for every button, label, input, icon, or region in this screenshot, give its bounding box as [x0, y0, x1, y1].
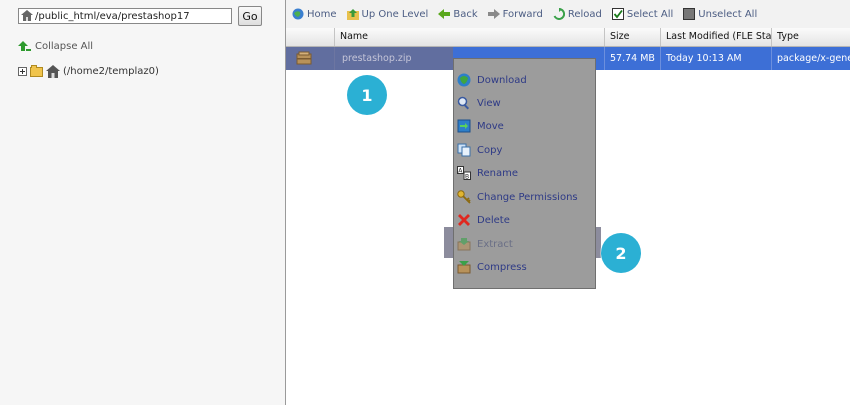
menu-item-label: Extract — [477, 238, 513, 250]
move-icon — [457, 119, 471, 133]
header-icon-col — [286, 28, 334, 46]
menu-item-label: Compress — [477, 261, 527, 273]
checkbox-checked-icon — [611, 8, 624, 20]
up-one-level-label: Up One Level — [361, 8, 429, 20]
reload-label: Reload — [567, 8, 602, 20]
forward-label: Forward — [502, 8, 543, 20]
select-all-label: Select All — [626, 8, 674, 20]
step-badge-2: 2 — [601, 233, 641, 273]
file-name[interactable]: prestashop.zip — [342, 47, 412, 70]
extract-icon — [457, 238, 471, 251]
menu-item-compress[interactable]: Compress — [456, 257, 593, 277]
svg-text:B: B — [465, 174, 469, 181]
tree-root-label: (/home2/templaz0) — [63, 66, 159, 77]
home-icon — [21, 10, 33, 21]
collapse-arrow-icon — [18, 41, 31, 51]
menu-item-change-permissions[interactable]: Change Permissions — [456, 187, 593, 207]
menu-item-copy[interactable]: Copy — [456, 140, 593, 160]
forward-arrow-icon — [487, 9, 500, 19]
menu-item-view[interactable]: View — [456, 93, 593, 113]
folder-up-icon — [346, 9, 359, 20]
reload-icon — [553, 8, 565, 20]
menu-item-label: Rename — [477, 167, 519, 179]
menu-item-download[interactable]: Download — [456, 70, 593, 90]
up-one-level-button[interactable]: Up One Level — [346, 8, 429, 20]
collapse-all-label: Collapse All — [35, 41, 94, 52]
globe-home-icon — [292, 8, 304, 20]
go-button[interactable]: Go — [238, 6, 262, 26]
menu-item-label: Download — [477, 74, 527, 86]
menu-item-delete[interactable]: Delete — [456, 210, 593, 230]
folder-icon — [30, 64, 43, 77]
row-modified: Today 10:13 AM — [660, 47, 771, 70]
header-name[interactable]: Name — [334, 28, 602, 46]
forward-button[interactable]: Forward — [487, 8, 543, 20]
rename-icon: A B — [457, 166, 471, 180]
tree-root-node[interactable]: (/home2/templaz0) — [18, 64, 159, 78]
download-icon — [457, 73, 471, 87]
reload-button[interactable]: Reload — [553, 8, 602, 20]
compress-icon — [457, 261, 471, 274]
unselect-all-button[interactable]: Unselect All — [683, 8, 757, 20]
home-icon — [46, 65, 60, 78]
key-icon — [457, 190, 471, 204]
checkbox-empty-icon — [683, 8, 696, 20]
collapse-all-link[interactable]: Collapse All — [18, 41, 93, 52]
delete-x-icon — [458, 214, 470, 226]
row-type: package/x-generic — [771, 47, 850, 70]
copy-icon — [457, 143, 471, 157]
back-label: Back — [453, 8, 478, 20]
menu-item-label: Change Permissions — [477, 191, 578, 203]
header-size[interactable]: Size — [604, 28, 660, 46]
expand-plus-icon[interactable] — [18, 67, 27, 76]
menu-item-label: View — [477, 97, 501, 109]
path-input[interactable] — [18, 8, 232, 24]
menu-item-extract[interactable]: Extract — [456, 234, 593, 254]
menu-item-label: Move — [477, 120, 504, 132]
menu-item-label: Delete — [477, 214, 510, 226]
header-last-modified[interactable]: Last Modified (FLE Stand — [660, 28, 771, 46]
directory-tree-pane: Go Collapse All (/home2/templaz0) — [0, 0, 286, 405]
table-header: Name Size Last Modified (FLE Stand Type — [286, 28, 850, 47]
row-size: 57.74 MB — [604, 47, 660, 70]
magnifier-icon — [457, 96, 470, 110]
menu-item-move[interactable]: Move — [456, 116, 593, 136]
step-badge-1: 1 — [347, 75, 387, 115]
select-all-button[interactable]: Select All — [611, 8, 674, 20]
archive-file-icon — [296, 51, 312, 65]
menu-item-label: Copy — [477, 144, 503, 156]
header-type[interactable]: Type — [771, 28, 850, 46]
context-menu: Download View Move Copy A B Rename Chang… — [453, 58, 596, 289]
back-arrow-icon — [438, 9, 451, 19]
file-toolbar: Home Up One Level Back Forward Reload Se… — [286, 0, 850, 28]
back-button[interactable]: Back — [438, 8, 478, 20]
unselect-all-label: Unselect All — [698, 8, 758, 20]
home-label: Home — [307, 8, 337, 20]
path-bar: Go — [12, 6, 272, 26]
menu-item-rename[interactable]: A B Rename — [456, 163, 593, 183]
home-button[interactable]: Home — [292, 8, 337, 20]
